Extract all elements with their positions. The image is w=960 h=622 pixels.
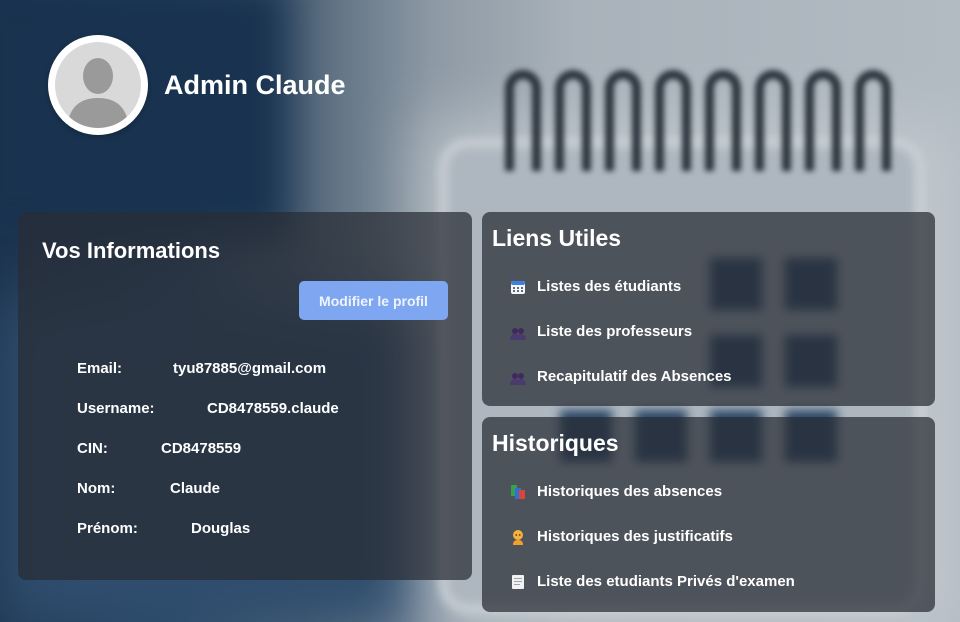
link-justification-history-label: Historiques des justificatifs — [537, 528, 733, 545]
people-icon — [510, 324, 526, 340]
cin-value: CD8478559 — [161, 440, 242, 457]
link-absence-summary[interactable]: Recapitulatif des Absences — [510, 368, 732, 385]
username-value: CD8478559.claude — [207, 400, 339, 417]
nom-label: Nom: — [77, 480, 116, 497]
user-name: Admin Claude — [164, 69, 346, 100]
link-exam-excluded-students[interactable]: Liste des etudiants Privés d'examen — [510, 573, 795, 590]
info-row-username: Username: CD8478559.claude — [77, 400, 339, 417]
email-value: tyu87885@gmail.com — [173, 360, 327, 377]
people-icon — [510, 369, 526, 385]
avatar — [48, 35, 148, 135]
calendar-icon — [510, 279, 526, 295]
history-panel: Historiques Historiques des absences His… — [482, 417, 935, 612]
link-professors-list-label: Liste des professeurs — [537, 323, 693, 340]
link-students-list-label: Listes des étudiants — [537, 278, 682, 295]
link-exam-excluded-students-label: Liste des etudiants Privés d'examen — [537, 573, 795, 590]
nom-value: Claude — [170, 480, 221, 497]
link-students-list[interactable]: Listes des étudiants — [510, 278, 681, 295]
link-absence-summary-label: Recapitulatif des Absences — [537, 368, 732, 385]
link-absence-history[interactable]: Historiques des absences — [510, 483, 722, 500]
edit-profile-button[interactable]: Modifier le profil — [299, 281, 448, 320]
useful-links-title: Liens Utiles — [492, 225, 622, 251]
link-absence-history-label: Historiques des absences — [537, 483, 723, 500]
books-icon — [510, 484, 526, 500]
info-row-nom: Nom: Claude — [77, 480, 220, 497]
email-label: Email: — [77, 360, 123, 377]
profile-header: Admin Claude — [48, 35, 346, 135]
username-label: Username: — [77, 400, 155, 417]
cin-label: CIN: — [77, 440, 108, 457]
info-row-cin: CIN: CD8478559 — [77, 440, 241, 457]
useful-links-panel: Liens Utiles Listes des étudiants Liste … — [482, 212, 935, 406]
prenom-label: Prénom: — [77, 520, 138, 537]
history-title: Historiques — [492, 430, 619, 456]
person-icon — [510, 529, 526, 545]
link-justification-history[interactable]: Historiques des justificatifs — [510, 528, 733, 545]
info-panel-title: Vos Informations — [42, 238, 221, 263]
user-silhouette-icon — [67, 58, 129, 128]
info-row-email: Email: tyu87885@gmail.com — [77, 360, 326, 377]
link-professors-list[interactable]: Liste des professeurs — [510, 323, 692, 340]
document-icon — [510, 574, 526, 590]
info-row-prenom: Prénom: Douglas — [77, 520, 250, 537]
prenom-value: Douglas — [191, 520, 251, 537]
info-panel: Vos Informations Modifier le profil Emai… — [18, 212, 472, 580]
